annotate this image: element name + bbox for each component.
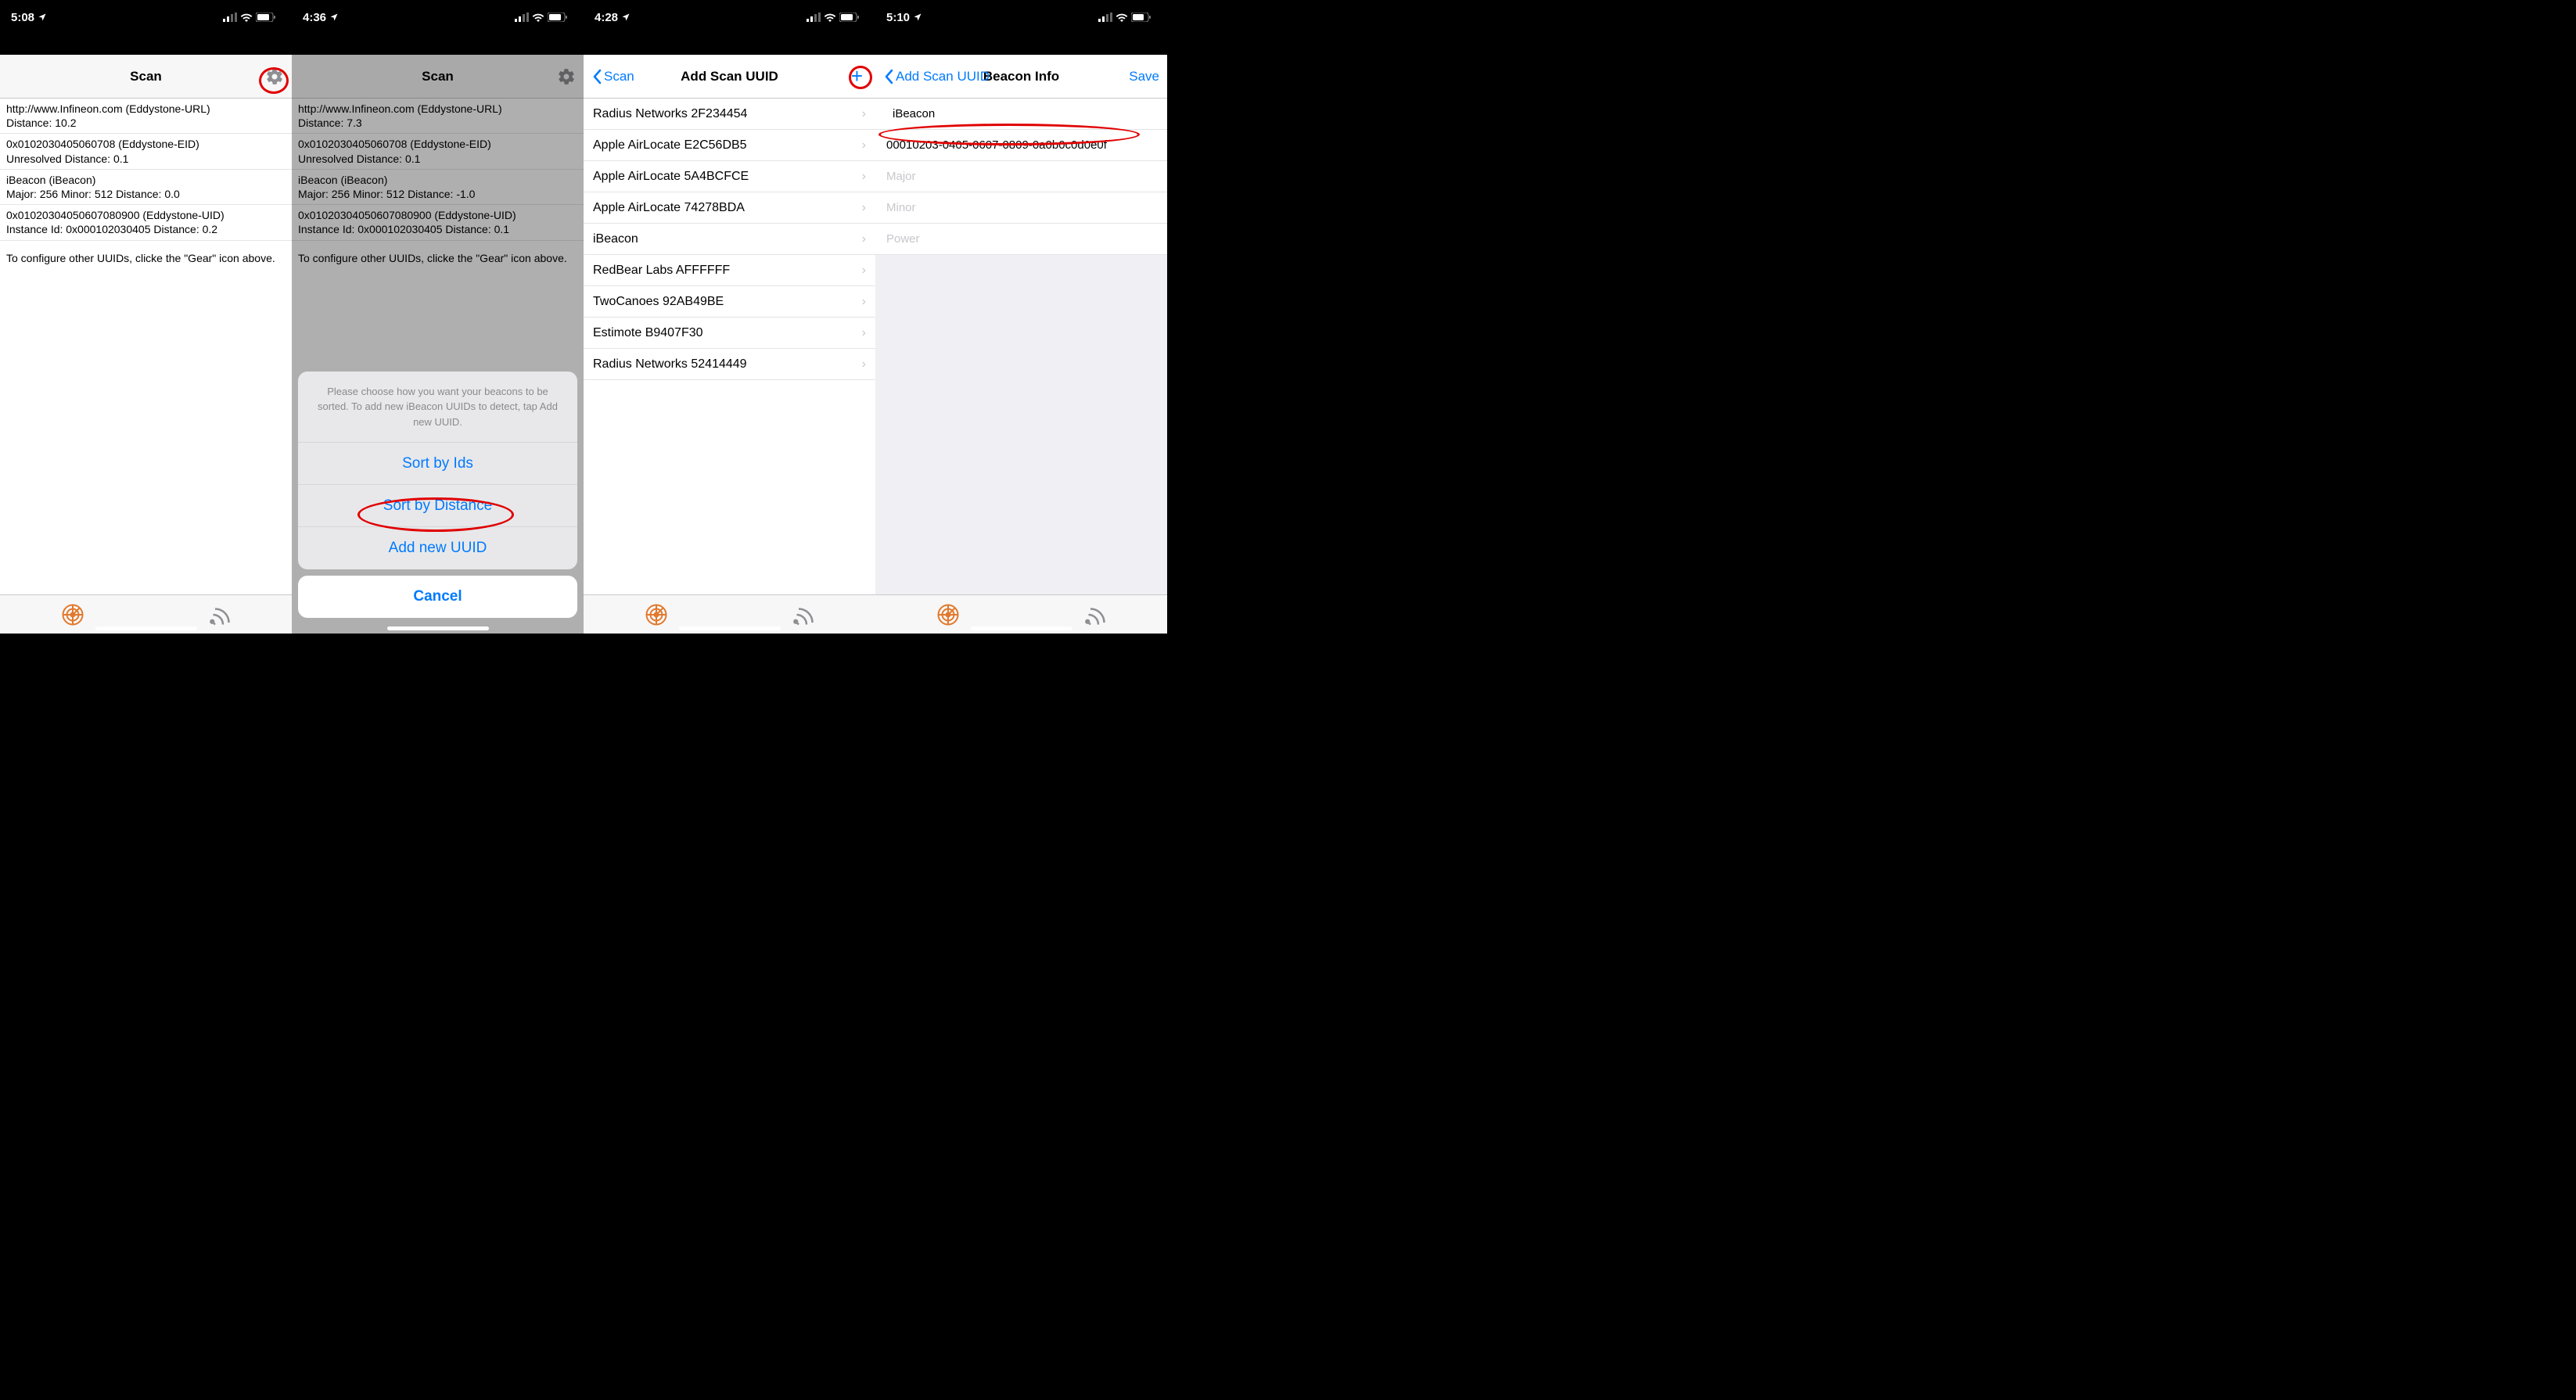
uuid-row[interactable]: Radius Networks 2F234454› — [584, 99, 875, 130]
radar-icon — [61, 603, 84, 626]
name-field[interactable]: iBeacon — [875, 99, 1167, 130]
navbar: Add Scan UUID Beacon Info Save — [875, 55, 1167, 99]
status-time: 5:08 — [11, 11, 34, 24]
uuid-list[interactable]: Radius Networks 2F234454› Apple AirLocat… — [584, 99, 875, 594]
config-hint: To configure other UUIDs, clicke the "Ge… — [0, 241, 292, 275]
status-bar: 4:28 — [584, 0, 875, 34]
location-icon — [621, 13, 631, 22]
sort-by-ids-button[interactable]: Sort by Ids — [298, 443, 577, 485]
chevron-right-icon: › — [862, 107, 866, 121]
status-time: 4:28 — [595, 11, 618, 24]
chevron-right-icon: › — [862, 138, 866, 153]
beacon-row[interactable]: 0x0102030405060708 (Eddystone-EID)Unreso… — [0, 134, 292, 169]
radar-icon — [936, 603, 960, 626]
chevron-right-icon: › — [862, 326, 866, 340]
signal-icon — [223, 13, 237, 22]
uuid-row[interactable]: iBeacon› — [584, 224, 875, 255]
gear-icon — [265, 67, 284, 86]
wifi-icon — [532, 13, 544, 22]
add-button[interactable]: + — [851, 64, 868, 88]
status-time: 5:10 — [886, 11, 910, 24]
chevron-left-icon — [883, 69, 894, 84]
location-icon — [329, 13, 339, 22]
location-icon — [913, 13, 922, 22]
signal-icon — [1098, 13, 1112, 22]
action-sheet-overlay[interactable]: Please choose how you want your beacons … — [292, 55, 584, 634]
status-right-icons — [807, 13, 860, 22]
battery-icon — [1131, 13, 1151, 22]
status-right-icons — [1098, 13, 1151, 22]
chevron-right-icon: › — [862, 201, 866, 215]
nav-title: Scan — [0, 69, 292, 84]
home-indicator[interactable] — [95, 626, 197, 630]
cancel-button[interactable]: Cancel — [298, 576, 577, 618]
back-button[interactable]: Add Scan UUID — [883, 69, 990, 84]
chevron-right-icon: › — [862, 357, 866, 372]
status-right-icons — [515, 13, 568, 22]
status-bar: 4:36 — [292, 0, 584, 34]
chevron-right-icon: › — [862, 264, 866, 278]
uuid-row[interactable]: Apple AirLocate E2C56DB5› — [584, 130, 875, 161]
uuid-row[interactable]: Estimote B9407F30› — [584, 318, 875, 349]
beacon-row[interactable]: 0x01020304050607080900 (Eddystone-UID)In… — [0, 205, 292, 240]
status-bar: 5:10 — [875, 0, 1167, 34]
plus-icon: + — [851, 64, 863, 88]
back-button[interactable]: Scan — [591, 69, 634, 84]
scan-results[interactable]: http://www.Infineon.com (Eddystone-URL)D… — [0, 99, 292, 594]
home-indicator[interactable] — [679, 626, 781, 630]
chevron-right-icon: › — [862, 232, 866, 246]
beacon-row[interactable]: http://www.Infineon.com (Eddystone-URL)D… — [0, 99, 292, 134]
status-bar: 5:08 — [0, 0, 292, 34]
add-new-uuid-button[interactable]: Add new UUID — [298, 527, 577, 569]
uuid-row[interactable]: Radius Networks 52414449› — [584, 349, 875, 380]
phone-uuid-list: 4:28 Scan Add Scan UUID + Radius Network… — [584, 0, 875, 634]
navbar: Scan Add Scan UUID + — [584, 55, 875, 99]
beacon-form: iBeacon 00010203-0405-0607-0809-0a0b0c0d… — [875, 99, 1167, 594]
sort-by-distance-button[interactable]: Sort by Distance — [298, 485, 577, 527]
wifi-icon — [824, 13, 836, 22]
battery-icon — [548, 13, 568, 22]
settings-button[interactable] — [265, 67, 284, 86]
uuid-row[interactable]: TwoCanoes 92AB49BE› — [584, 286, 875, 318]
battery-icon — [256, 13, 276, 22]
broadcast-icon — [1083, 603, 1106, 626]
major-field[interactable]: Major — [875, 161, 1167, 192]
location-icon — [38, 13, 47, 22]
status-right-icons — [223, 13, 276, 22]
signal-icon — [807, 13, 821, 22]
phone-scan-sheet: 4:36 Scan http://www.Infineon.com (Eddys… — [292, 0, 584, 634]
home-indicator[interactable] — [387, 626, 489, 630]
save-button[interactable]: Save — [1129, 69, 1159, 84]
status-time: 4:36 — [303, 11, 326, 24]
navbar: Scan — [0, 55, 292, 99]
radar-icon — [645, 603, 668, 626]
uuid-field[interactable]: 00010203-0405-0607-0809-0a0b0c0d0e0f — [875, 130, 1167, 161]
chevron-right-icon: › — [862, 170, 866, 184]
broadcast-icon — [207, 603, 231, 626]
broadcast-icon — [791, 603, 814, 626]
wifi-icon — [240, 13, 253, 22]
minor-field[interactable]: Minor — [875, 192, 1167, 224]
uuid-row[interactable]: Apple AirLocate 74278BDA› — [584, 192, 875, 224]
uuid-row[interactable]: Apple AirLocate 5A4BCFCE› — [584, 161, 875, 192]
beacon-row[interactable]: iBeacon (iBeacon)Major: 256 Minor: 512 D… — [0, 170, 292, 205]
power-field[interactable]: Power — [875, 224, 1167, 255]
home-indicator[interactable] — [971, 626, 1072, 630]
chevron-left-icon — [591, 69, 602, 84]
sheet-message: Please choose how you want your beacons … — [298, 372, 577, 443]
chevron-right-icon: › — [862, 295, 866, 309]
uuid-row[interactable]: RedBear Labs AFFFFFF› — [584, 255, 875, 286]
signal-icon — [515, 13, 529, 22]
wifi-icon — [1116, 13, 1128, 22]
phone-scan: 5:08 Scan http://www.Infineon.com (Eddys… — [0, 0, 292, 634]
action-sheet: Please choose how you want your beacons … — [298, 372, 577, 570]
phone-beacon-info: 5:10 Add Scan UUID Beacon Info Save iBea… — [875, 0, 1167, 634]
battery-icon — [839, 13, 860, 22]
